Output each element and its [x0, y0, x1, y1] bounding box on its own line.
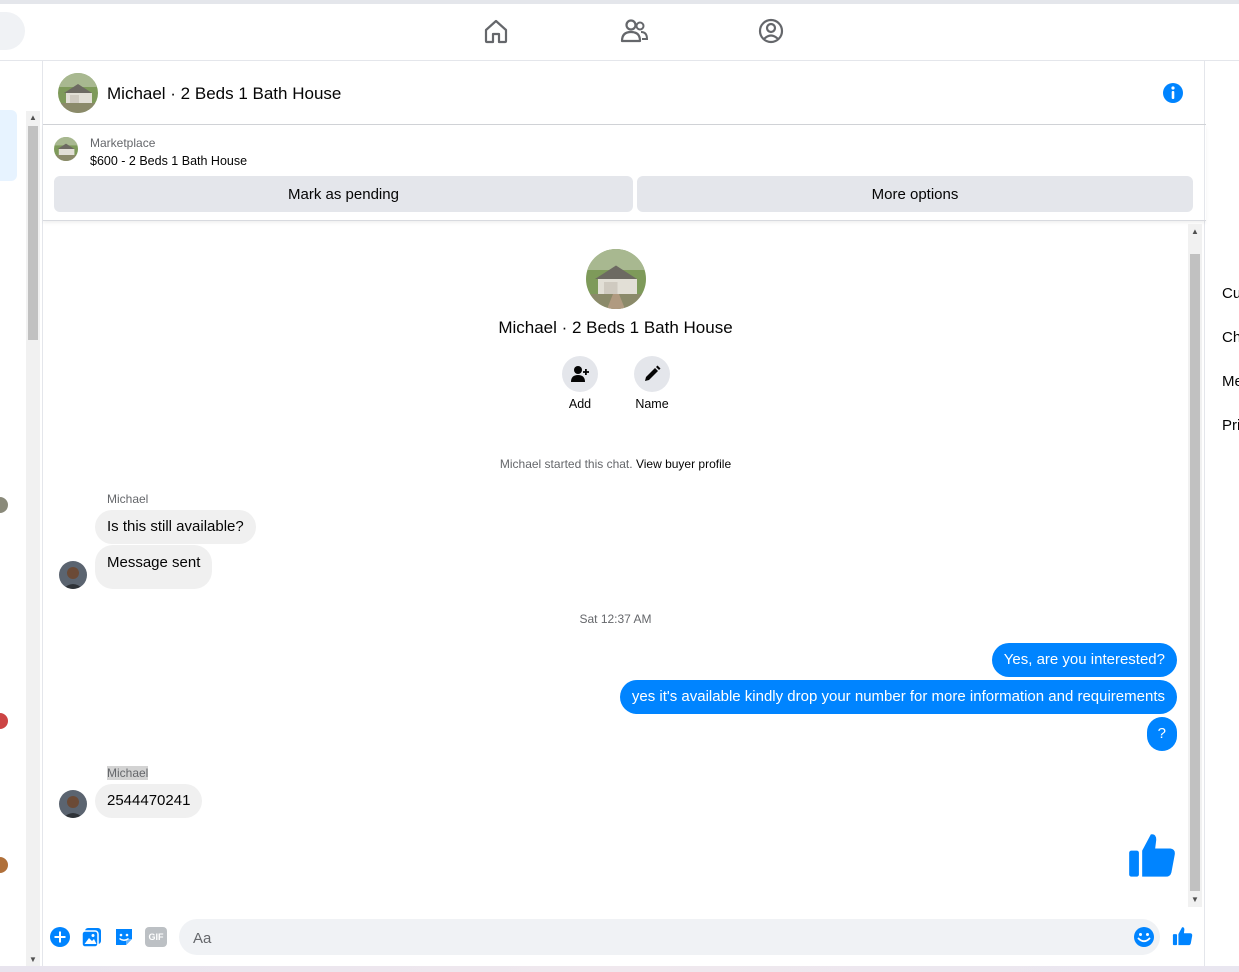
name-label: Name — [635, 397, 669, 411]
photo-icon[interactable] — [81, 926, 103, 948]
house-photo-icon — [58, 73, 98, 113]
thumbs-up-icon[interactable] — [1127, 829, 1179, 881]
view-buyer-profile-link[interactable]: View buyer profile — [636, 457, 731, 471]
add-person-button[interactable] — [562, 356, 598, 392]
gif-icon[interactable]: GIF — [145, 927, 167, 947]
emoji-icon[interactable] — [1133, 926, 1155, 948]
chat-header: Michael · 2 Beds 1 Bath House — [43, 61, 1206, 125]
scrollbar-thumb[interactable] — [1190, 254, 1200, 891]
message-input[interactable] — [191, 919, 1115, 957]
message-timestamp: Sat 12:37 AM — [579, 612, 652, 626]
sidebar-item-privacy[interactable]: Pri — [1222, 417, 1239, 434]
sender-name: Michael — [107, 492, 149, 506]
plus-icon[interactable] — [49, 926, 71, 948]
edit-name-button[interactable] — [634, 356, 670, 392]
house-photo-icon — [586, 249, 646, 309]
more-options-button[interactable]: More options — [637, 176, 1193, 212]
message-bubble-outgoing[interactable]: Yes, are you interested? — [991, 643, 1177, 677]
scroll-down-arrow-icon[interactable]: ▼ — [1188, 895, 1202, 904]
scroll-up-arrow-icon[interactable]: ▲ — [1188, 227, 1202, 236]
scrollbar-thumb[interactable] — [28, 126, 38, 340]
started-text: Michael started this chat. — [499, 457, 633, 471]
avatar[interactable] — [59, 790, 87, 818]
add-person-icon — [571, 366, 589, 382]
marketplace-card: Marketplace $600 - 2 Beds 1 Bath House M… — [43, 125, 1206, 221]
mark-as-pending-button[interactable]: Mark as pending — [54, 176, 633, 212]
listing-thumbnail[interactable] — [54, 137, 78, 161]
selected-conversation[interactable] — [0, 110, 17, 181]
add-label: Add — [568, 397, 592, 411]
profile-circle-icon[interactable] — [756, 16, 786, 46]
avatar[interactable] — [59, 561, 87, 589]
sidebar-item-customize[interactable]: Cu — [1222, 285, 1239, 302]
chat-title[interactable]: Michael · 2 Beds 1 Bath House — [107, 84, 341, 104]
scroll-up-arrow-icon[interactable]: ▲ — [26, 113, 40, 122]
profile-avatar[interactable] — [586, 249, 646, 309]
message-bubble-incoming[interactable]: 2544470241 — [95, 784, 203, 818]
window-bottom-edge — [0, 966, 1239, 972]
chat-started-notice: Michael started this chat. View buyer pr… — [43, 457, 1188, 471]
sidebar-item-chat-info[interactable]: Ch — [1222, 329, 1239, 346]
message-bubble-outgoing[interactable]: ? — [1146, 717, 1177, 751]
send-like-icon[interactable] — [1172, 925, 1194, 947]
home-icon[interactable] — [481, 16, 511, 46]
message-bubble-incoming[interactable]: Is this still available? — [95, 510, 256, 544]
message-bubble-outgoing[interactable]: yes it's available kindly drop your numb… — [619, 680, 1177, 714]
house-photo-icon — [54, 137, 78, 161]
scroll-down-arrow-icon[interactable]: ▼ — [26, 955, 40, 964]
listing-description[interactable]: $600 - 2 Beds 1 Bath House — [90, 154, 247, 168]
friends-icon[interactable] — [619, 16, 649, 46]
sidebar-item-media[interactable]: Me — [1222, 373, 1239, 390]
info-icon[interactable] — [1161, 81, 1185, 105]
message-bubble-incoming[interactable]: Message sent — [95, 545, 213, 589]
user-photo-icon — [59, 561, 87, 589]
sticker-icon[interactable] — [113, 926, 135, 948]
message-input-wrapper[interactable] — [179, 919, 1160, 957]
chat-panel: Michael · 2 Beds 1 Bath House Marketplac… — [42, 61, 1206, 972]
pencil-icon — [645, 365, 661, 381]
marketplace-label: Marketplace — [90, 136, 156, 150]
listing-avatar[interactable] — [58, 73, 98, 113]
profile-name: Michael · 2 Beds 1 Bath House — [498, 318, 733, 337]
sender-name: Michael — [107, 766, 149, 780]
user-photo-icon — [59, 790, 87, 818]
